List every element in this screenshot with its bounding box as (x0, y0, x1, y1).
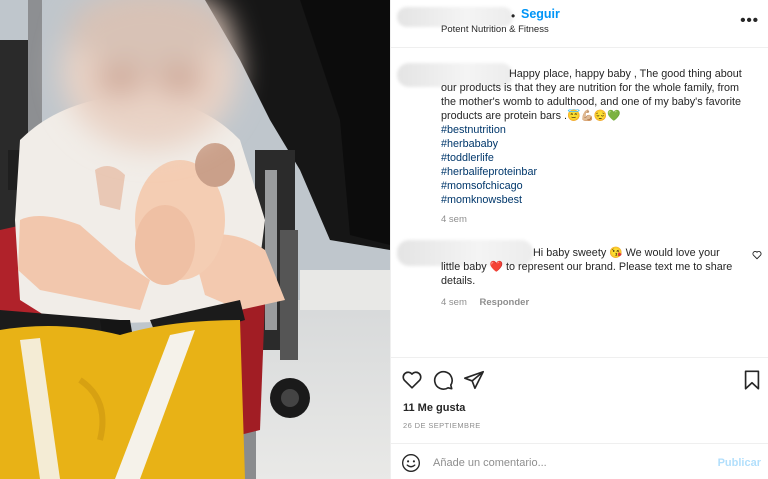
action-bar (391, 357, 768, 401)
likes-count[interactable]: 11 Me gusta (403, 402, 465, 414)
hashtag-link[interactable]: #bestnutrition (441, 123, 757, 137)
publish-button[interactable]: Publicar (718, 457, 761, 469)
reply-meta: 4 sem Responder (441, 297, 529, 308)
post-header: • Seguir Potent Nutrition & Fitness ••• (391, 0, 768, 48)
hashtag-link[interactable]: #momknowsbest (441, 193, 757, 207)
post-photo[interactable] (0, 0, 390, 479)
reply-timestamp[interactable]: 4 sem (441, 297, 467, 308)
comment-composer: Publicar (391, 443, 768, 479)
hashtag-link[interactable]: #herbalifeproteinbar (441, 165, 757, 179)
heart-icon[interactable] (401, 369, 423, 391)
reply-comment: Hi baby sweety 😘 We would love your litt… (441, 246, 741, 288)
more-icon[interactable]: ••• (740, 12, 759, 29)
comment-input[interactable] (433, 452, 703, 474)
comment-icon[interactable] (432, 369, 454, 391)
hashtag-link[interactable]: #herbababy (441, 137, 757, 151)
post-details-panel: • Seguir Potent Nutrition & Fitness ••• … (390, 0, 768, 479)
smiley-icon[interactable] (401, 453, 421, 473)
reply-comment-text: Hi baby sweety 😘 We would love your litt… (441, 247, 733, 287)
header-separator: • (511, 9, 516, 23)
caption-timestamp[interactable]: 4 sem (441, 214, 467, 225)
bookmark-icon[interactable] (741, 369, 763, 391)
header-subtitle: Potent Nutrition & Fitness (441, 24, 549, 35)
post-date[interactable]: 26 DE SEPTIEMBRE (403, 421, 481, 430)
caption-comment: Happy place, happy baby , The good thing… (441, 67, 757, 207)
reply-button[interactable]: Responder (480, 297, 530, 308)
follow-button[interactable]: Seguir (521, 7, 560, 21)
paper-plane-icon[interactable] (463, 369, 485, 391)
caption-text: Happy place, happy baby , The good thing… (441, 68, 742, 122)
small-heart-icon[interactable] (752, 250, 762, 260)
hashtag-link[interactable]: #momsofchicago (441, 179, 757, 193)
hashtag-link[interactable]: #toddlerlife (441, 151, 757, 165)
baby-in-stroller-image (0, 0, 390, 479)
